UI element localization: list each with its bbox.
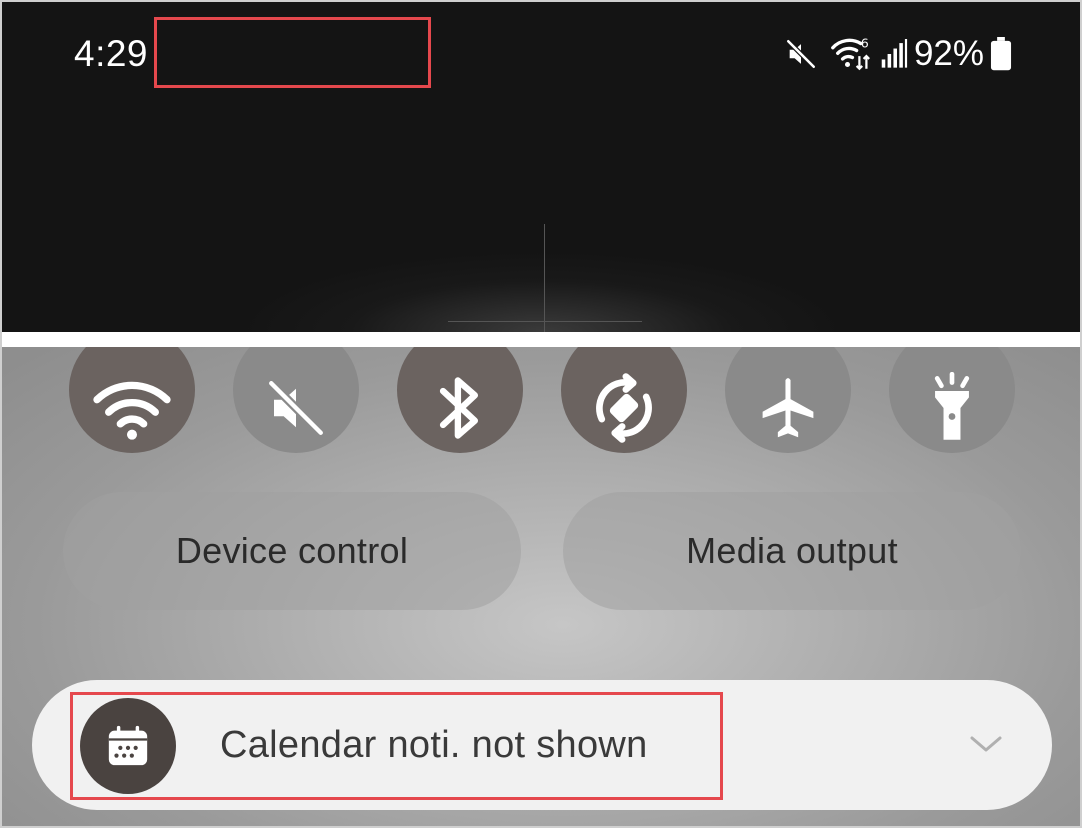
panel-glow [242,252,842,332]
sound-toggle[interactable] [233,347,359,453]
status-bar-highlight-box [154,17,431,88]
bluetooth-toggle[interactable] [397,347,523,453]
auto-rotate-icon [587,371,661,445]
crosshair-horizontal [448,321,642,322]
flashlight-toggle[interactable] [889,347,1015,453]
media-output-button[interactable]: Media output [563,492,1021,610]
status-icons: 6 92% [784,28,1012,80]
signal-icon [880,39,908,69]
wifi-toggle[interactable] [69,347,195,453]
panel-divider [2,332,1080,347]
chevron-down-icon[interactable] [966,724,1006,764]
crosshair-vertical [544,224,545,332]
bluetooth-icon [434,372,486,444]
wifi-icon [92,376,172,440]
status-time: 4:29 [74,33,149,74]
device-control-button[interactable]: Device control [63,492,521,610]
flashlight-icon [926,372,978,444]
airplane-mode-toggle[interactable] [725,347,851,453]
mute-icon [263,375,329,441]
wifi-6-icon: 6 [830,35,872,73]
battery-percent: 92% [913,34,984,73]
auto-rotate-toggle[interactable] [561,347,687,453]
screenshot-frame: 4:29 6 92% Device control Media output C… [0,0,1082,828]
svg-text:6: 6 [861,36,869,51]
mute-icon [784,37,818,71]
notification-highlight-box [70,692,723,800]
airplane-icon [757,375,819,441]
battery-icon [990,37,1012,71]
